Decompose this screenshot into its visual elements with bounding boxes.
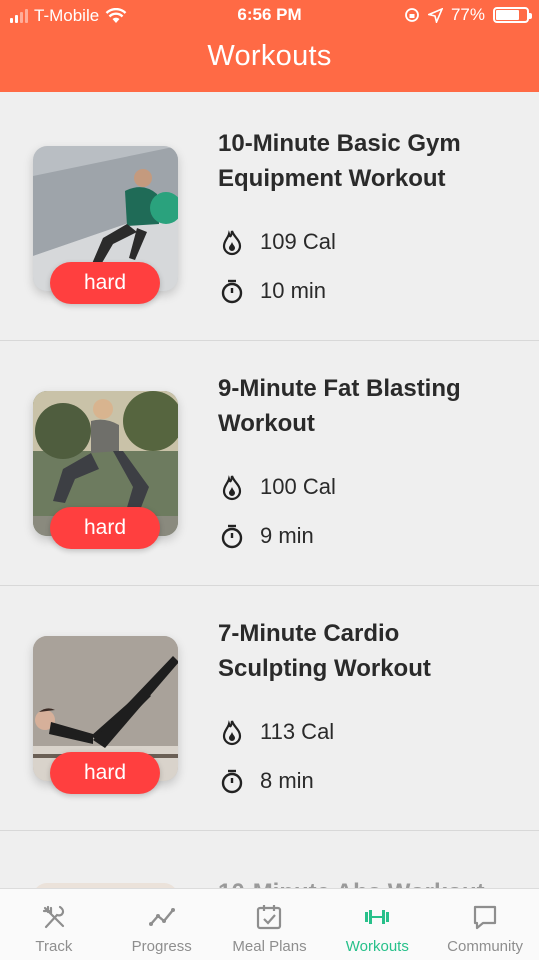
workout-card[interactable]: hard 10-Minute Basic Gym Equipment Worko… [0,96,539,341]
workout-title: 10-Minute Basic Gym Equipment Workout [218,130,461,192]
workout-card[interactable]: hard 7-Minute Cardio Sculpting Workout 1… [0,586,539,831]
difficulty-badge: hard [50,262,160,304]
calories-value: 113 Cal [260,719,335,744]
difficulty-badge: hard [50,507,160,549]
tab-progress[interactable]: Progress [108,889,216,960]
stopwatch-icon [221,769,243,794]
battery-icon [493,7,532,23]
workout-card-partial[interactable]: 10-Minute Abs Workout [0,835,539,895]
tab-label: Progress [131,938,192,955]
status-right: 77% [404,5,532,25]
calories-value: 100 Cal [260,474,336,499]
meal-plans-icon [257,905,282,930]
workouts-icon [365,910,390,924]
duration-value: 8 min [260,768,314,793]
duration-stat: 8 min [218,767,314,795]
calories-stat: 100 Cal [218,473,336,501]
flame-icon [222,475,242,501]
page-title: Workouts [207,40,332,72]
tab-label: Track [35,938,73,955]
duration-stat: 9 min [218,522,314,550]
community-icon [473,905,497,930]
calories-stat: 109 Cal [218,228,336,256]
flame-icon [222,230,242,256]
track-icon [42,905,64,929]
tab-workouts[interactable]: Workouts [323,889,431,960]
duration-stat: 10 min [218,277,326,305]
status-bar: T-Mobile 6:56 PM 77% [0,0,539,32]
tab-community[interactable]: Community [431,889,539,960]
tab-track[interactable]: Track [0,889,108,960]
workout-card[interactable]: hard 9-Minute Fat Blasting Workout 100 C… [0,341,539,586]
tab-label: Meal Plans [232,938,307,955]
battery-percent: 77% [450,5,485,24]
bottom-tab-bar: Track Progress Meal Plans Workouts Commu… [0,888,539,960]
tab-label: Community [447,938,524,955]
progress-icon [148,908,175,926]
difficulty-badge: hard [50,752,160,794]
workout-title: 9-Minute Fat Blasting Workout [218,375,461,437]
flame-icon [222,720,242,746]
calories-stat: 113 Cal [218,718,334,746]
app-header: T-Mobile 6:56 PM 77% Workouts [0,0,539,92]
tab-meal-plans[interactable]: Meal Plans [216,889,324,960]
stopwatch-icon [221,524,243,549]
rotation-lock-icon [405,8,419,22]
duration-value: 10 min [260,278,327,303]
duration-value: 9 min [260,523,314,548]
stopwatch-icon [221,279,243,304]
calories-value: 109 Cal [260,229,336,254]
workout-title: 7-Minute Cardio Sculpting Workout [218,620,431,682]
location-icon [427,7,443,23]
workout-list[interactable]: hard 10-Minute Basic Gym Equipment Worko… [0,96,539,831]
tab-label: Workouts [345,938,409,955]
